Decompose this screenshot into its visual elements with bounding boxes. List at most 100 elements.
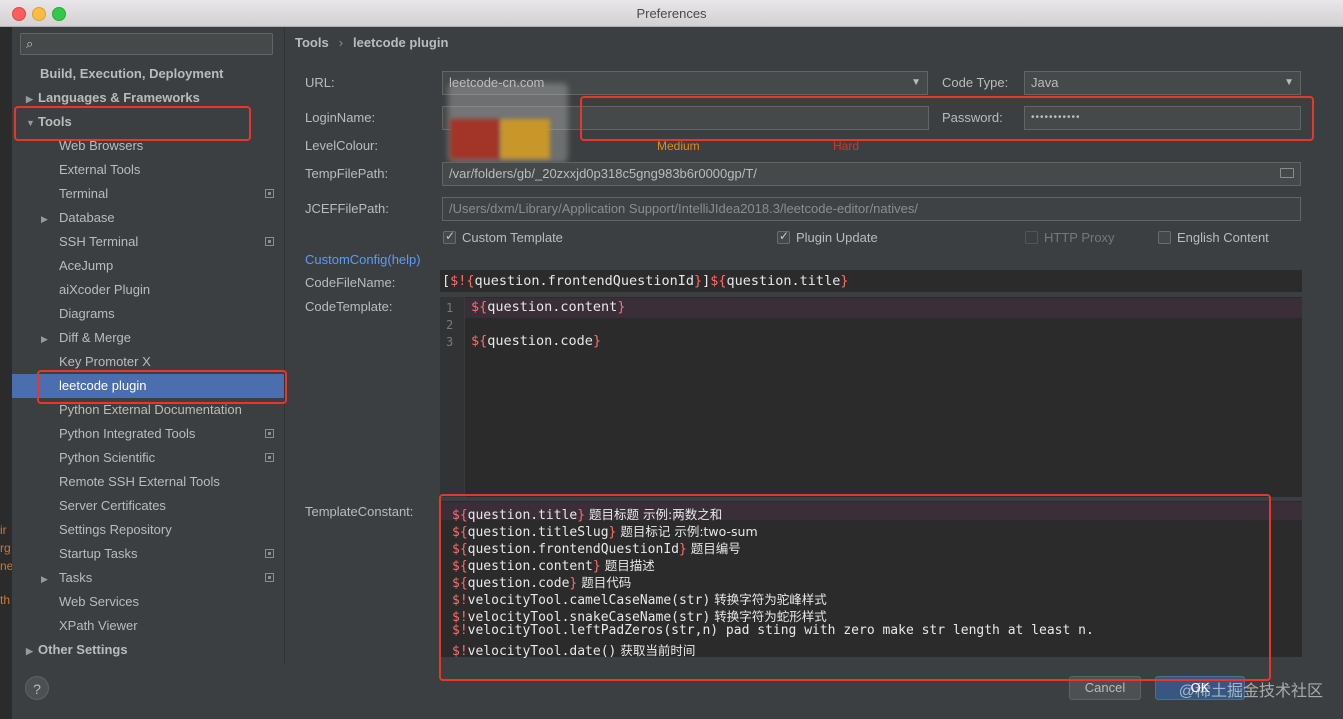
sidebar-item-acejump[interactable]: AceJump xyxy=(59,254,113,278)
project-scope-icon xyxy=(265,453,274,462)
sidebar-item-python-integrated-tools[interactable]: Python Integrated Tools xyxy=(59,422,284,446)
code-token: [ xyxy=(442,273,451,289)
code-type-select[interactable]: Java ▼ xyxy=(1024,71,1301,95)
sidebar-item-python-external-docs[interactable]: Python External Documentation xyxy=(59,398,242,422)
sidebar-item-aixcoder[interactable]: aiXcoder Plugin xyxy=(59,278,150,302)
checkbox-label: Custom Template xyxy=(462,230,563,245)
code-file-name-input[interactable]: [$!{question.frontendQuestionId}]${quest… xyxy=(440,270,1302,292)
sidebar-item-tasks[interactable]: ▶ Tasks xyxy=(41,566,284,590)
code-type-value: Java xyxy=(1031,75,1059,90)
sidebar-item-diff-merge[interactable]: ▶ Diff & Merge xyxy=(41,326,131,350)
sidebar-item-terminal[interactable]: Terminal xyxy=(59,182,284,206)
sidebar-item-label: XPath Viewer xyxy=(59,618,138,633)
checkbox-checked-icon[interactable] xyxy=(443,229,456,244)
code-template-label: CodeTemplate: xyxy=(305,299,393,314)
temp-file-path-value: /var/folders/gb/_20zxxjd0p318c5gng983b6r… xyxy=(449,166,757,181)
minimize-window-button[interactable] xyxy=(32,7,46,21)
project-scope-icon xyxy=(265,237,274,246)
jcef-file-path-value: /Users/dxm/Library/Application Support/I… xyxy=(449,201,918,216)
constant-line: $!velocityTool.leftPadZeros(str,n) pad s… xyxy=(452,623,1094,638)
sidebar-item-database[interactable]: ▶ Database xyxy=(41,206,115,230)
preferences-window: Preferences ir rg ne th ⌕ Build, Executi… xyxy=(0,0,1343,719)
sidebar-item-ssh-terminal[interactable]: SSH Terminal xyxy=(59,230,284,254)
code-token: question.content xyxy=(487,299,618,315)
sidebar-item-languages[interactable]: ▶ Languages & Frameworks xyxy=(26,86,200,110)
sidebar-item-tools[interactable]: ▼ Tools xyxy=(26,110,72,134)
custom-template-checkbox[interactable]: Custom Template xyxy=(443,229,563,245)
sidebar-item-server-certificates[interactable]: Server Certificates xyxy=(59,494,166,518)
sidebar-item-remote-ssh[interactable]: Remote SSH External Tools xyxy=(59,470,220,494)
expand-arrow-icon[interactable]: ▶ xyxy=(26,87,38,111)
collapse-arrow-icon[interactable]: ▼ xyxy=(26,111,38,135)
sidebar-item-label: SSH Terminal xyxy=(59,234,139,249)
checkbox-unchecked-icon[interactable] xyxy=(1158,231,1171,244)
editor-line: ${question.content} xyxy=(471,299,625,315)
window-title: Preferences xyxy=(636,6,707,21)
sidebar-item-web-services[interactable]: Web Services xyxy=(59,590,139,614)
sidebar-item-label: Remote SSH External Tools xyxy=(59,474,220,489)
english-content-checkbox[interactable]: English Content xyxy=(1158,230,1269,245)
url-label: URL: xyxy=(305,75,335,90)
sidebar-item-label: Python Integrated Tools xyxy=(59,426,196,441)
template-constant-area[interactable]: ${question.title} 题目标题 示例:两数之和 ${questio… xyxy=(440,501,1302,659)
expand-arrow-icon[interactable]: ▶ xyxy=(26,639,38,663)
edge-fragment: ir xyxy=(0,523,7,537)
expand-arrow-icon[interactable]: ▶ xyxy=(41,327,59,351)
expand-arrow-icon[interactable]: ▶ xyxy=(41,207,59,231)
folder-browse-icon[interactable] xyxy=(1280,168,1294,178)
sidebar-item-label: Diagrams xyxy=(59,306,115,321)
level-hard-label[interactable]: Hard xyxy=(833,139,859,153)
http-proxy-checkbox[interactable]: HTTP Proxy xyxy=(1025,230,1115,245)
sidebar-item-label: Python External Documentation xyxy=(59,402,242,417)
checkbox-unchecked-icon[interactable] xyxy=(1025,231,1038,244)
project-scope-icon xyxy=(265,189,274,198)
temp-file-path-label: TempFilePath: xyxy=(305,166,389,181)
code-token: } xyxy=(840,273,849,289)
sidebar-item-key-promoter[interactable]: Key Promoter X xyxy=(59,350,151,374)
settings-search-input[interactable]: ⌕ xyxy=(20,33,273,55)
sidebar-item-leetcode-plugin[interactable]: leetcode plugin xyxy=(12,374,284,398)
sidebar-item-label: leetcode plugin xyxy=(59,378,147,393)
custom-config-help-link[interactable]: CustomConfig(help) xyxy=(305,252,421,267)
sidebar-item-label: External Tools xyxy=(59,162,141,177)
sidebar-item-diagrams[interactable]: Diagrams xyxy=(59,302,115,326)
sidebar-item-startup-tasks[interactable]: Startup Tasks xyxy=(59,542,284,566)
sidebar-item-label: Tools xyxy=(38,114,72,129)
temp-file-path-input[interactable]: /var/folders/gb/_20zxxjd0p318c5gng983b6r… xyxy=(442,162,1301,186)
plugin-update-checkbox[interactable]: Plugin Update xyxy=(777,229,878,245)
breadcrumb-parent[interactable]: Tools xyxy=(295,35,329,50)
sidebar-item-label: Tasks xyxy=(59,570,93,585)
sidebar-item-label: Web Browsers xyxy=(59,138,144,153)
code-token: velocityTool.leftPadZeros(str,n) xyxy=(467,623,719,638)
maximize-window-button[interactable] xyxy=(52,7,66,21)
login-name-label: LoginName: xyxy=(305,110,376,125)
sidebar-item-web-browsers[interactable]: Web Browsers xyxy=(59,134,284,158)
code-template-editor[interactable]: 1 2 3 ${question.content} ${question.cod… xyxy=(440,297,1302,497)
sidebar-item-other-settings[interactable]: ▶ Other Settings xyxy=(26,638,128,662)
settings-sidebar: ⌕ Build, Execution, Deployment ▶ Language… xyxy=(12,27,284,663)
password-input[interactable]: ••••••••••• xyxy=(1024,106,1301,130)
code-token: question.code xyxy=(487,333,593,349)
sidebar-item-build[interactable]: Build, Execution, Deployment xyxy=(40,62,223,86)
code-token: question.frontendQuestionId xyxy=(474,273,694,289)
level-medium-label[interactable]: Medium xyxy=(657,139,700,153)
jcef-file-path-label: JCEFFilePath: xyxy=(305,201,389,216)
easy-color-swatch[interactable] xyxy=(450,119,500,159)
constant-description: 题目标记 示例:two-sum xyxy=(616,524,758,539)
sidebar-item-external-tools[interactable]: External Tools xyxy=(59,158,284,182)
checkbox-checked-icon[interactable] xyxy=(777,229,790,244)
expand-arrow-icon[interactable]: ▶ xyxy=(41,567,59,591)
project-scope-icon xyxy=(265,549,274,558)
jcef-file-path-input[interactable]: /Users/dxm/Library/Application Support/I… xyxy=(442,197,1301,221)
sidebar-item-python-scientific[interactable]: Python Scientific xyxy=(59,446,284,470)
sidebar-item-xpath-viewer[interactable]: XPath Viewer xyxy=(59,614,138,638)
medium-color-swatch[interactable] xyxy=(500,119,550,159)
sidebar-item-label: aiXcoder Plugin xyxy=(59,282,151,297)
cancel-button[interactable]: Cancel xyxy=(1069,676,1141,700)
sidebar-item-label: Key Promoter X xyxy=(59,354,151,369)
close-window-button[interactable] xyxy=(12,7,26,21)
sidebar-item-settings-repository[interactable]: Settings Repository xyxy=(59,518,172,542)
constant-description: 转换字符为蛇形样式 xyxy=(710,609,827,624)
sidebar-item-label: Diff & Merge xyxy=(59,330,132,345)
help-button[interactable]: ? xyxy=(25,676,49,700)
